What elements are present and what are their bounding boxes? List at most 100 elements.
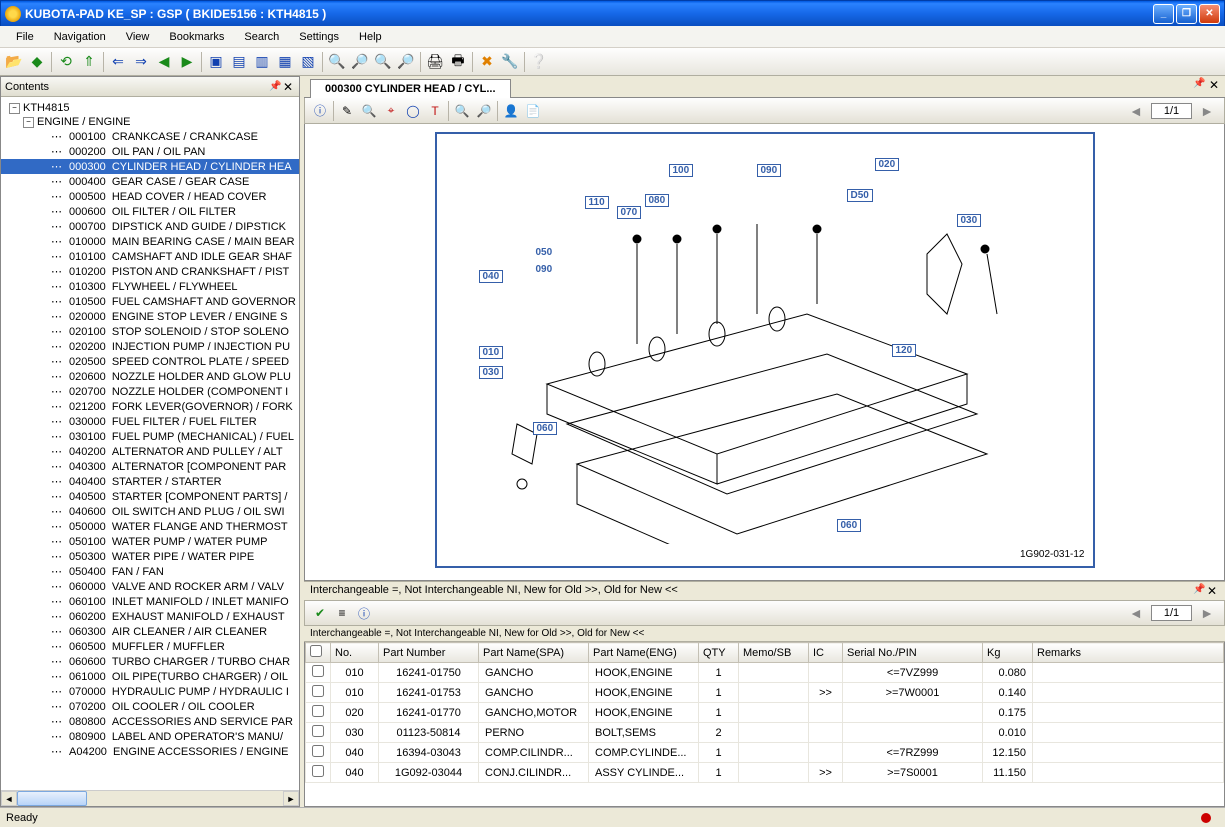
tree-item[interactable]: ⋯010100 CAMSHAFT AND IDLE GEAR SHAF: [1, 249, 299, 264]
tb-book1-icon[interactable]: ◆: [26, 51, 48, 73]
diag-zoom-icon[interactable]: 🔍: [358, 101, 380, 121]
callout-010[interactable]: 010: [479, 346, 504, 359]
tree-item[interactable]: ⋯050000 WATER FLANGE AND THERMOST: [1, 519, 299, 534]
tree-item[interactable]: ⋯000500 HEAD COVER / HEAD COVER: [1, 189, 299, 204]
tab-close-icon[interactable]: ✕: [1207, 78, 1221, 92]
menu-settings[interactable]: Settings: [289, 28, 349, 46]
col-header[interactable]: Serial No./PIN: [843, 643, 983, 663]
tree-item[interactable]: ⋯040400 STARTER / STARTER: [1, 474, 299, 489]
col-header[interactable]: Memo/SB: [739, 643, 809, 663]
tree-root[interactable]: −KTH4815: [1, 101, 299, 115]
tree-item[interactable]: ⋯040200 ALTERNATOR AND PULLEY / ALT: [1, 444, 299, 459]
parts-list-icon[interactable]: ≡: [331, 603, 353, 623]
tb-nav-home-icon[interactable]: ⟲: [55, 51, 77, 73]
row-checkbox[interactable]: [312, 725, 324, 737]
tree-item[interactable]: ⋯060000 VALVE AND ROCKER ARM / VALV: [1, 579, 299, 594]
tree-item[interactable]: ⋯010000 MAIN BEARING CASE / MAIN BEAR: [1, 234, 299, 249]
diag-info-icon[interactable]: ⓘ: [309, 101, 331, 121]
callout-040[interactable]: 040: [479, 270, 504, 283]
tb-help-icon[interactable]: ❔: [528, 51, 550, 73]
callout-090a[interactable]: 090: [757, 164, 782, 177]
callout-070[interactable]: 070: [617, 206, 642, 219]
menu-view[interactable]: View: [116, 28, 160, 46]
tree-item[interactable]: ⋯060300 AIR CLEANER / AIR CLEANER: [1, 624, 299, 639]
tree-item[interactable]: ⋯010300 FLYWHEEL / FLYWHEEL: [1, 279, 299, 294]
tb-print2-icon[interactable]: 🖶: [447, 51, 469, 73]
table-row[interactable]: 01016241-01750GANCHOHOOK,ENGINE1<=7VZ999…: [306, 663, 1224, 683]
col-header[interactable]: Remarks: [1033, 643, 1224, 663]
row-checkbox[interactable]: [312, 745, 324, 757]
tree-item[interactable]: ⋯061000 OIL PIPE(TURBO CHARGER) / OIL: [1, 669, 299, 684]
callout-110[interactable]: 110: [585, 196, 609, 209]
diag-note-icon[interactable]: 📄: [522, 101, 544, 121]
tb-print-icon[interactable]: 🖨: [424, 51, 446, 73]
tree-item[interactable]: ⋯000100 CRANKCASE / CRANKCASE: [1, 129, 299, 144]
callout-020[interactable]: 020: [875, 158, 900, 171]
parts-info-icon[interactable]: ⓘ: [353, 603, 375, 623]
tree-h-scrollbar[interactable]: ◄►: [1, 790, 299, 806]
callout-030b[interactable]: 030: [479, 366, 504, 379]
tb-nav-up-icon[interactable]: ⇑: [78, 51, 100, 73]
callout-060b[interactable]: 060: [837, 519, 862, 532]
callout-030a[interactable]: 030: [957, 214, 982, 227]
tb-next-icon[interactable]: ▶: [176, 51, 198, 73]
tree-group[interactable]: −ENGINE / ENGINE: [1, 115, 299, 129]
tree-item[interactable]: ⋯080800 ACCESSORIES AND SERVICE PAR: [1, 714, 299, 729]
col-header[interactable]: Kg: [983, 643, 1033, 663]
tree-item[interactable]: ⋯020000 ENGINE STOP LEVER / ENGINE S: [1, 309, 299, 324]
section-pin-icon[interactable]: 📌: [1193, 584, 1205, 598]
tree-item[interactable]: ⋯060500 MUFFLER / MUFFLER: [1, 639, 299, 654]
menu-navigation[interactable]: Navigation: [44, 28, 116, 46]
tree-item[interactable]: ⋯010500 FUEL CAMSHAFT AND GOVERNOR: [1, 294, 299, 309]
tree-item[interactable]: ⋯050100 WATER PUMP / WATER PUMP: [1, 534, 299, 549]
tb-search4-icon[interactable]: 🔎: [395, 51, 417, 73]
tab-active[interactable]: 000300 CYLINDER HEAD / CYL...: [310, 79, 511, 98]
minimize-button[interactable]: _: [1153, 4, 1174, 24]
tb-app2-icon[interactable]: ▤: [228, 51, 250, 73]
table-row[interactable]: 03001123-50814PERNOBOLT,SEMS20.010: [306, 723, 1224, 743]
tb-app3-icon[interactable]: ▥: [251, 51, 273, 73]
tree-item[interactable]: ⋯000700 DIPSTICK AND GUIDE / DIPSTICK: [1, 219, 299, 234]
diag-tool1-icon[interactable]: ✎: [336, 101, 358, 121]
diag-page-prev[interactable]: ◄: [1123, 103, 1149, 119]
menu-bookmarks[interactable]: Bookmarks: [159, 28, 234, 46]
tb-search1-icon[interactable]: 🔍: [326, 51, 348, 73]
panel-close-icon[interactable]: ✕: [281, 80, 295, 94]
diag-page-next[interactable]: ►: [1194, 103, 1220, 119]
callout-100[interactable]: 100: [669, 164, 694, 177]
tree-item[interactable]: ⋯020600 NOZZLE HOLDER AND GLOW PLU: [1, 369, 299, 384]
tb-search2-icon[interactable]: 🔎: [349, 51, 371, 73]
tb-app1-icon[interactable]: ▣: [205, 51, 227, 73]
callout-D50[interactable]: D50: [847, 189, 873, 202]
tree-item[interactable]: ⋯050300 WATER PIPE / WATER PIPE: [1, 549, 299, 564]
table-row[interactable]: 0401G092-03044CONJ.CILINDR...ASSY CYLIND…: [306, 763, 1224, 783]
diag-target-icon[interactable]: ⌖: [380, 101, 402, 121]
tree-item[interactable]: ⋯060200 EXHAUST MANIFOLD / EXHAUST: [1, 609, 299, 624]
callout-080[interactable]: 080: [645, 194, 670, 207]
col-header[interactable]: [306, 643, 331, 663]
parts-apply-icon[interactable]: ✔: [309, 603, 331, 623]
tb-back-icon[interactable]: ⇐: [107, 51, 129, 73]
diagram[interactable]: 110 070 080 100 090 020 D50 030 040 050 …: [435, 132, 1095, 568]
pin-icon[interactable]: 📌: [269, 81, 281, 92]
tree-item[interactable]: ⋯020200 INJECTION PUMP / INJECTION PU: [1, 339, 299, 354]
diag-find2-icon[interactable]: 🔎: [473, 101, 495, 121]
tree-item[interactable]: ⋯020500 SPEED CONTROL PLATE / SPEED: [1, 354, 299, 369]
tree-item[interactable]: ⋯020100 STOP SOLENOID / STOP SOLENO: [1, 324, 299, 339]
tb-app4-icon[interactable]: ▦: [274, 51, 296, 73]
tab-pin-icon[interactable]: 📌: [1193, 78, 1205, 92]
tree-item[interactable]: ⋯040300 ALTERNATOR [COMPONENT PAR: [1, 459, 299, 474]
tb-settings-icon[interactable]: ✖: [476, 51, 498, 73]
table-row[interactable]: 02016241-01770GANCHO,MOTORHOOK,ENGINE10.…: [306, 703, 1224, 723]
menu-file[interactable]: File: [6, 28, 44, 46]
col-header[interactable]: Part Name(ENG): [589, 643, 699, 663]
table-row[interactable]: 01016241-01753GANCHOHOOK,ENGINE1>>>=7W00…: [306, 683, 1224, 703]
row-checkbox[interactable]: [312, 765, 324, 777]
check-all[interactable]: [310, 645, 322, 657]
tree-item[interactable]: ⋯080900 LABEL AND OPERATOR'S MANU/: [1, 729, 299, 744]
row-checkbox[interactable]: [312, 705, 324, 717]
section-close-icon[interactable]: ✕: [1205, 584, 1219, 598]
parts-page-prev[interactable]: ◄: [1123, 605, 1149, 621]
row-checkbox[interactable]: [312, 685, 324, 697]
parts-page-next[interactable]: ►: [1194, 605, 1220, 621]
